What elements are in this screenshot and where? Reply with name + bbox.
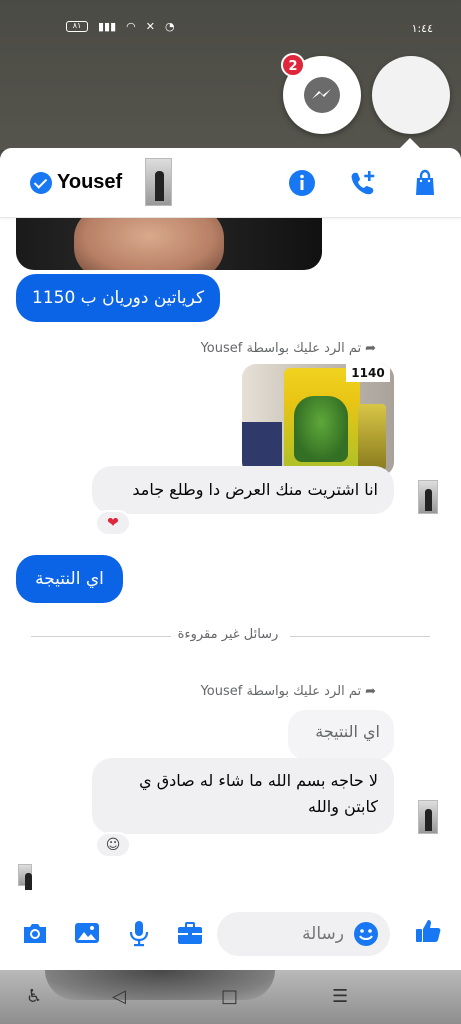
- recents-icon[interactable]: ☰: [332, 986, 348, 1007]
- messenger-icon: [304, 77, 340, 113]
- emoji-icon[interactable]: [352, 920, 380, 948]
- quoted-message[interactable]: اي النتيجة: [288, 710, 394, 760]
- panel-pointer: [400, 138, 420, 148]
- signal-icon: ▮▮▮: [98, 20, 117, 33]
- unread-divider: رسائل غير مقروءة: [177, 627, 279, 642]
- composer: [0, 890, 461, 970]
- home-icon[interactable]: □: [221, 986, 238, 1007]
- alarm-icon: ◔: [165, 20, 175, 33]
- seen-avatar: [18, 864, 32, 895]
- thumbs-up-icon[interactable]: [413, 916, 443, 946]
- accessibility-icon[interactable]: ♿: [26, 986, 42, 1007]
- product-image[interactable]: 1140: [242, 364, 394, 476]
- unread-badge: 2: [281, 53, 305, 77]
- product-side: [242, 422, 282, 472]
- back-icon[interactable]: ◁: [112, 986, 126, 1007]
- camera-icon[interactable]: [20, 918, 50, 948]
- image-message[interactable]: [16, 218, 322, 270]
- divider-line: [290, 636, 430, 637]
- chat-header: Yousef: [0, 148, 461, 218]
- status-icons: ٨١ ▮▮▮ ◠ ✕ ◔: [66, 20, 175, 33]
- contact-name[interactable]: Yousef: [57, 171, 122, 194]
- outgoing-message[interactable]: اي النتيجة: [16, 555, 123, 603]
- reply-note: ➦تم الرد عليك بواسطة Yousef: [190, 341, 376, 356]
- mute-icon: ✕: [145, 20, 155, 33]
- add-call-icon[interactable]: [348, 168, 378, 198]
- briefcase-icon[interactable]: [175, 918, 205, 948]
- clock: ١:٤٤: [411, 22, 433, 35]
- gallery-icon[interactable]: [72, 918, 102, 948]
- reply-icon: ➦: [365, 341, 376, 356]
- battery-icon: ٨١: [66, 21, 88, 32]
- product-character: [294, 396, 348, 462]
- product-shaker: [358, 404, 386, 470]
- incoming-message[interactable]: لا حاجه بسم الله ما شاء له صادق ي كابتن …: [92, 758, 394, 834]
- reply-note-text: تم الرد عليك بواسطة Yousef: [200, 684, 362, 699]
- shopping-bag-icon[interactable]: [410, 168, 440, 198]
- incoming-message[interactable]: انا اشتريت منك العرض دا وطلع جامد: [92, 466, 394, 514]
- outgoing-message[interactable]: كرياتين دوريان ب 1150: [16, 274, 221, 322]
- photo-content: [74, 218, 224, 270]
- info-icon[interactable]: [287, 168, 317, 198]
- system-nav-bar: ♿ ◁ □ ☰: [0, 970, 461, 1024]
- reply-note-text: تم الرد عليك بواسطة Yousef: [200, 341, 362, 356]
- microphone-icon[interactable]: [124, 918, 154, 948]
- sender-avatar: [418, 800, 438, 834]
- add-reaction-icon[interactable]: ☺: [95, 832, 131, 858]
- price-tag: 1140: [346, 364, 390, 382]
- chat-panel: Yousef كرياتين دوريان ب 1150 ➦تم الرد عل…: [0, 148, 461, 970]
- sender-avatar: [418, 480, 438, 514]
- heart-reaction[interactable]: ❤: [95, 510, 131, 536]
- avatar[interactable]: [145, 158, 172, 206]
- reply-icon: ➦: [365, 684, 376, 699]
- verified-icon: [30, 172, 52, 194]
- message-field[interactable]: [217, 912, 390, 956]
- reply-note: ➦تم الرد عليك بواسطة Yousef: [190, 684, 376, 699]
- wallpaper-strip: [45, 970, 275, 1000]
- contact-chat-head[interactable]: [372, 56, 450, 134]
- wifi-icon: ◠: [126, 20, 136, 33]
- divider-line: [31, 636, 171, 637]
- message-input[interactable]: [217, 912, 352, 956]
- status-bar: ٨١ ▮▮▮ ◠ ✕ ◔ ١:٤٤: [0, 0, 461, 35]
